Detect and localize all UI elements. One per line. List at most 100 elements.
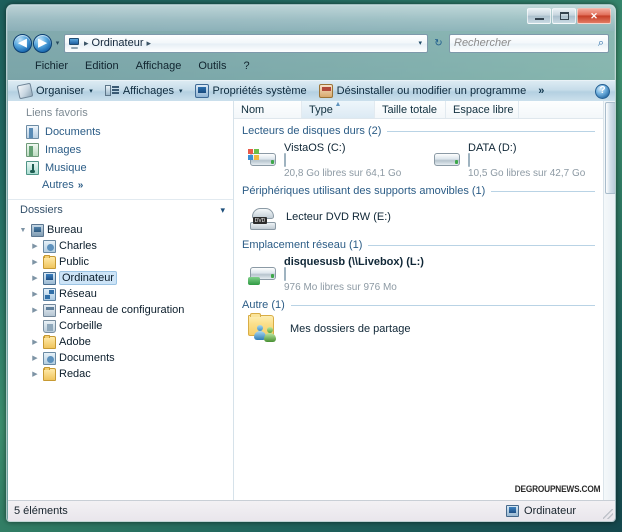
favorites-header: Liens favoris <box>8 101 233 123</box>
command-bar: Organiser ▾ Affichages ▾ Propriétés syst… <box>8 80 616 101</box>
column-header-label: Nom <box>241 104 264 116</box>
column-header-blank[interactable] <box>519 101 609 118</box>
double-chevron-right-icon: » <box>78 180 84 191</box>
menu-item-help[interactable]: ? <box>243 60 249 72</box>
documents-icon <box>26 125 39 139</box>
search-box[interactable]: Rechercher ⌕ <box>449 34 609 53</box>
tree-item-corbeille[interactable]: Corbeille <box>18 318 233 334</box>
sidebar-item-label: Documents <box>45 126 101 138</box>
group-title: Périphériques utilisant des supports amo… <box>242 185 485 197</box>
tree-item-documents[interactable]: ▶ Documents <box>18 350 233 366</box>
tree-item-public[interactable]: ▶ Public <box>18 254 233 270</box>
address-dropdown-icon[interactable]: ▾ <box>418 39 424 47</box>
folders-header-label: Dossiers <box>20 204 63 216</box>
person-icon-2 <box>264 327 276 342</box>
tree-item-r-seau[interactable]: ▶Réseau <box>18 286 233 302</box>
tree-item-adobe[interactable]: ▶ Adobe <box>18 334 233 350</box>
uninstall-program-button[interactable]: Désinstaller ou modifier un programme <box>315 83 531 99</box>
computer-icon <box>506 505 519 517</box>
tree-item-panneau-de-configuration[interactable]: ▶Panneau de configuration <box>18 302 233 318</box>
forward-button[interactable]: ▶ <box>33 34 52 53</box>
network-icon <box>43 288 56 301</box>
maximize-button[interactable] <box>552 8 576 24</box>
refresh-button[interactable]: ↻ <box>430 34 447 52</box>
group-header[interactable]: Lecteurs de disques durs (2)▲ <box>234 125 616 137</box>
expander-icon[interactable]: ▼ <box>18 227 28 234</box>
drive-name: disquesusb (\\Livebox) (L:) <box>284 256 424 268</box>
folder-icon <box>43 368 56 381</box>
computer-icon <box>68 37 81 49</box>
group-rule <box>491 191 595 192</box>
minimize-button[interactable] <box>527 8 551 24</box>
tree-item-label: Public <box>59 256 89 268</box>
menu-item-affichage[interactable]: Affichage <box>136 60 182 72</box>
menu-item-fichier[interactable]: Fichier <box>35 60 68 72</box>
group-title: Emplacement réseau (1) <box>242 239 362 251</box>
drive-item[interactable]: disquesusb (\\Livebox) (L:)976 Mo libres… <box>248 255 466 293</box>
menu-item-edition[interactable]: Edition <box>85 60 119 72</box>
breadcrumb-separator-icon-2[interactable]: ▸ <box>147 38 152 49</box>
sidebar-more-link[interactable]: Autres » <box>8 177 233 195</box>
group-items: disquesusb (\\Livebox) (L:)976 Mo libres… <box>234 255 616 293</box>
tree-item-bureau[interactable]: ▼Bureau <box>18 222 233 238</box>
column-header-nom[interactable]: Nom <box>234 101 302 118</box>
history-dropdown-button[interactable]: ▾ <box>52 34 63 52</box>
drive-usage-bar <box>284 267 286 281</box>
column-header-label: Espace libre <box>453 104 514 116</box>
group-header[interactable]: Périphériques utilisant des supports amo… <box>234 185 616 197</box>
expander-icon[interactable]: ▶ <box>30 354 40 362</box>
column-header-type[interactable]: ▲Type <box>302 101 375 118</box>
expander-icon[interactable]: ▶ <box>30 242 40 250</box>
grouped-items-list: Lecteurs de disques durs (2)▲ VistaOS (C:… <box>234 125 616 343</box>
tree-item-label: Documents <box>59 352 115 364</box>
expander-icon[interactable]: ▶ <box>30 338 40 346</box>
sidebar-item-label: Images <box>45 144 81 156</box>
vertical-scrollbar[interactable] <box>603 101 616 500</box>
tree-item-redac[interactable]: ▶Redac <box>18 366 233 382</box>
scrollbar-thumb[interactable] <box>605 102 616 194</box>
dvd-badge: DVD <box>253 217 267 224</box>
group-header[interactable]: Emplacement réseau (1)▲ <box>234 239 616 251</box>
search-input[interactable]: Rechercher <box>454 37 598 49</box>
sidebar-item-musique[interactable]: Musique <box>8 159 233 177</box>
organize-button[interactable]: Organiser ▾ <box>14 83 97 99</box>
drive-item[interactable]: VistaOS (C:)20,8 Go libres sur 64,1 Go <box>248 141 432 179</box>
system-properties-button[interactable]: Propriétés système <box>191 83 311 99</box>
sidebar-item-documents[interactable]: Documents <box>8 123 233 141</box>
views-button[interactable]: Affichages ▾ <box>101 83 187 99</box>
list-item[interactable]: Mes dossiers de partage <box>234 315 616 343</box>
tree-item-ordinateur[interactable]: ▶Ordinateur <box>18 270 233 286</box>
back-button[interactable]: ◀ <box>13 34 32 53</box>
file-list-pane: Nom ▲TypeTaille totale Espace libre Lecteu… <box>234 101 616 500</box>
folders-section-header[interactable]: Dossiers ▾ <box>8 199 233 220</box>
breadcrumb-item-ordinateur[interactable]: Ordinateur <box>92 37 144 49</box>
toolbar-overflow-button[interactable]: » <box>538 85 544 97</box>
expander-icon[interactable]: ▶ <box>30 258 40 266</box>
close-button[interactable]: ✕ <box>577 8 611 24</box>
expander-icon[interactable]: ▶ <box>30 370 40 378</box>
chevron-down-icon: ▾ <box>56 39 60 47</box>
recycle-bin-icon <box>43 320 56 333</box>
resize-grip[interactable] <box>603 509 613 519</box>
windows-logo-icon <box>248 149 261 161</box>
views-label: Affichages <box>123 85 174 97</box>
chevron-down-icon: ▾ <box>220 205 225 216</box>
address-bar[interactable]: ▸ Ordinateur ▸ ▾ <box>64 34 428 53</box>
help-button[interactable]: ? <box>595 84 610 99</box>
menu-item-outils[interactable]: Outils <box>198 60 226 72</box>
expander-icon[interactable]: ▶ <box>30 274 40 282</box>
organize-icon <box>17 83 34 100</box>
tree-item-label: Charles <box>59 240 97 252</box>
sidebar-item-images[interactable]: Images <box>8 141 233 159</box>
column-header-taille-totale[interactable]: Taille totale <box>375 101 446 118</box>
column-header-espace-libre[interactable]: Espace libre <box>446 101 519 118</box>
tree-item-label: Adobe <box>59 336 91 348</box>
expander-icon[interactable]: ▶ <box>30 290 40 298</box>
drive-item[interactable]: DATA (D:)10,5 Go libres sur 42,7 Go <box>432 141 616 179</box>
computer-icon <box>43 272 56 285</box>
expander-icon[interactable]: ▶ <box>30 306 40 314</box>
tree-item-charles[interactable]: ▶ Charles <box>18 238 233 254</box>
group-header[interactable]: Autre (1)▲ <box>234 299 616 311</box>
list-item[interactable]: DVDLecteur DVD RW (E:) <box>234 201 616 233</box>
close-icon: ✕ <box>590 12 598 21</box>
